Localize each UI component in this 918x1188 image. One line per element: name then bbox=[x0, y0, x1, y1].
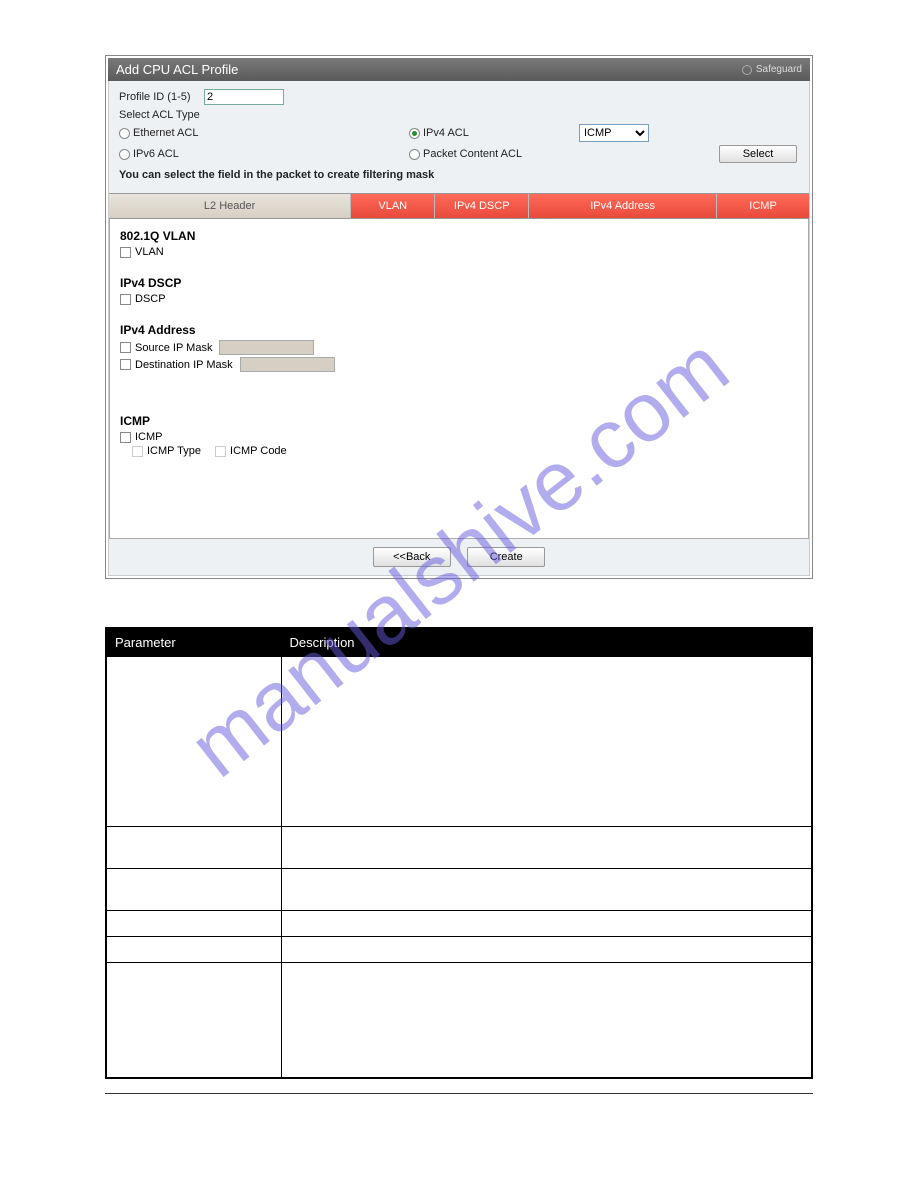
back-button[interactable]: <<Back bbox=[373, 547, 451, 567]
select-button[interactable]: Select bbox=[719, 145, 797, 163]
safeguard-label: Safeguard bbox=[756, 64, 802, 75]
radio-icon bbox=[409, 128, 420, 139]
ipv6-acl-label: IPv6 ACL bbox=[133, 148, 179, 160]
tab-l2-header[interactable]: L2 Header bbox=[109, 194, 351, 218]
checkbox-icon bbox=[132, 446, 143, 457]
checkbox-icon bbox=[120, 359, 131, 370]
table-row bbox=[106, 869, 812, 911]
checkbox-icon bbox=[215, 446, 226, 457]
footer-buttons: <<Back Create bbox=[109, 539, 809, 575]
table-header-parameter: Parameter bbox=[106, 628, 281, 657]
dscp-checkbox-label: DSCP bbox=[135, 293, 166, 305]
dscp-checkbox[interactable]: DSCP bbox=[120, 293, 798, 305]
table-row bbox=[106, 911, 812, 937]
radio-icon bbox=[119, 128, 130, 139]
vlan-checkbox[interactable]: VLAN bbox=[120, 246, 798, 258]
ethernet-acl-radio[interactable]: Ethernet ACL bbox=[119, 127, 409, 139]
checkbox-icon bbox=[120, 247, 131, 258]
icmp-checkbox-label: ICMP bbox=[135, 431, 163, 443]
icmp-checkbox[interactable]: ICMP bbox=[120, 431, 798, 443]
source-ip-mask-checkbox[interactable]: Source IP Mask bbox=[120, 340, 798, 355]
radio-icon bbox=[409, 149, 420, 160]
table-row bbox=[106, 937, 812, 963]
mask-note: You can select the field in the packet t… bbox=[119, 169, 799, 181]
dscp-section-title: IPv4 DSCP bbox=[120, 276, 798, 290]
protocol-select[interactable]: ICMP bbox=[579, 124, 649, 142]
panel-header: Add CPU ACL Profile Safeguard bbox=[108, 58, 810, 81]
packet-content-acl-radio[interactable]: Packet Content ACL bbox=[409, 148, 579, 160]
ipv4-acl-label: IPv4 ACL bbox=[423, 127, 469, 139]
table-row bbox=[106, 963, 812, 1078]
create-button[interactable]: Create bbox=[467, 547, 545, 567]
select-acl-type-label: Select ACL Type bbox=[119, 109, 799, 121]
destination-ip-mask-input[interactable] bbox=[240, 357, 335, 372]
tab-ipv4-dscp[interactable]: IPv4 DSCP bbox=[435, 194, 529, 218]
checkbox-icon bbox=[120, 342, 131, 353]
tab-ipv4-address[interactable]: IPv4 Address bbox=[529, 194, 717, 218]
icmp-code-label: ICMP Code bbox=[230, 445, 287, 457]
safeguard-icon bbox=[742, 65, 752, 75]
destination-ip-mask-label: Destination IP Mask bbox=[135, 359, 233, 371]
radio-icon bbox=[119, 149, 130, 160]
table-row bbox=[106, 657, 812, 827]
filter-mask-area: 802.1Q VLAN VLAN IPv4 DSCP DSCP IPv4 Add… bbox=[109, 219, 809, 539]
icmp-type-label: ICMP Type bbox=[147, 445, 201, 457]
table-header-description: Description bbox=[281, 628, 812, 657]
tab-vlan[interactable]: VLAN bbox=[351, 194, 435, 218]
parameter-description-table: Parameter Description bbox=[105, 627, 813, 1079]
safeguard-indicator: Safeguard bbox=[742, 64, 802, 75]
page-footer-rule bbox=[105, 1093, 813, 1094]
tab-icmp[interactable]: ICMP bbox=[717, 194, 809, 218]
ipv6-acl-radio[interactable]: IPv6 ACL bbox=[119, 148, 409, 160]
source-ip-mask-input[interactable] bbox=[219, 340, 314, 355]
ethernet-acl-label: Ethernet ACL bbox=[133, 127, 198, 139]
profile-id-label: Profile ID (1-5) bbox=[119, 91, 204, 103]
panel-title: Add CPU ACL Profile bbox=[116, 62, 238, 77]
destination-ip-mask-checkbox[interactable]: Destination IP Mask bbox=[120, 357, 798, 372]
ipv4-acl-radio[interactable]: IPv4 ACL bbox=[409, 127, 579, 139]
vlan-checkbox-label: VLAN bbox=[135, 246, 164, 258]
vlan-section-title: 802.1Q VLAN bbox=[120, 229, 798, 243]
checkbox-icon bbox=[120, 432, 131, 443]
icmp-section-title: ICMP bbox=[120, 414, 798, 428]
source-ip-mask-label: Source IP Mask bbox=[135, 342, 212, 354]
tabs-bar: L2 Header VLAN IPv4 DSCP IPv4 Address IC… bbox=[109, 193, 809, 219]
checkbox-icon bbox=[120, 294, 131, 305]
packet-content-acl-label: Packet Content ACL bbox=[423, 148, 522, 160]
acl-profile-panel: Add CPU ACL Profile Safeguard Profile ID… bbox=[105, 55, 813, 579]
table-row bbox=[106, 827, 812, 869]
profile-id-input[interactable] bbox=[204, 89, 284, 105]
ipv4-address-section-title: IPv4 Address bbox=[120, 323, 798, 337]
